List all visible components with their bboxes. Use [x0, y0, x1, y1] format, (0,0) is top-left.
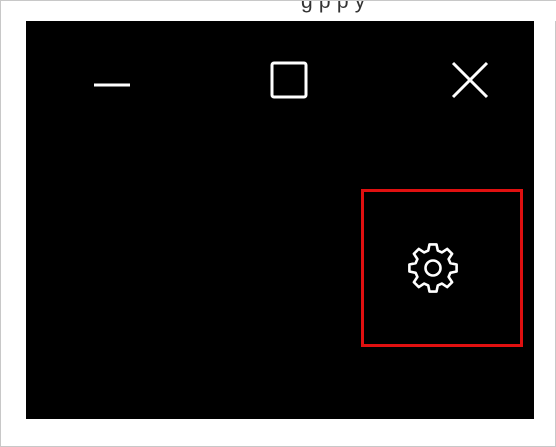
- close-button[interactable]: [440, 55, 500, 105]
- screenshot-frame: g p p y: [0, 0, 556, 447]
- maximize-icon: [270, 61, 308, 99]
- minimize-icon: [94, 83, 130, 87]
- settings-button[interactable]: [399, 236, 467, 300]
- gear-icon: [408, 243, 458, 293]
- minimize-button[interactable]: [82, 55, 142, 105]
- cropped-text-strip: g p p y: [1, 1, 556, 21]
- cropped-text: g p p y: [301, 1, 366, 13]
- maximize-button[interactable]: [259, 55, 319, 105]
- close-icon: [451, 61, 489, 99]
- app-window: [26, 21, 534, 419]
